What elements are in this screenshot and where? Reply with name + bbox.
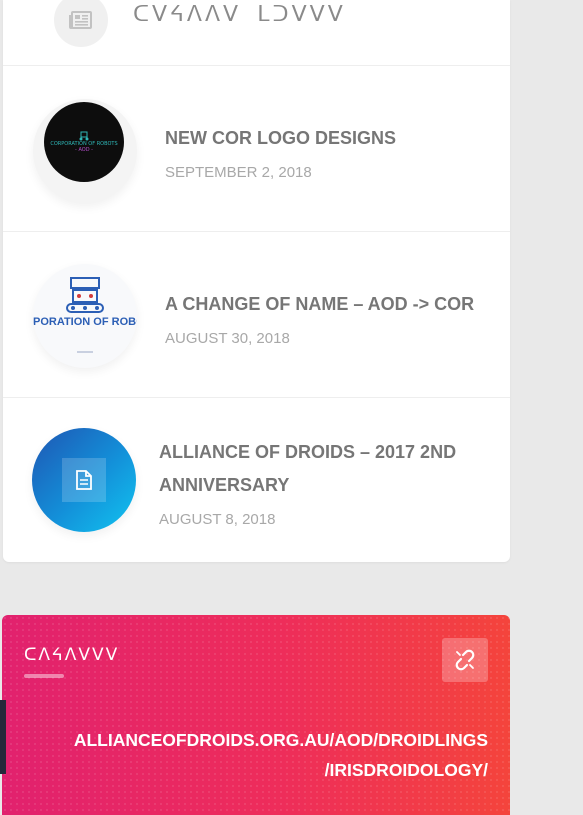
title-underline [24,674,64,678]
link-url-line: /IRISDROIDOLOGY/ [324,760,488,780]
post-title-line: ANNIVERSARY [159,475,290,495]
post-thumbnail[interactable]: PORATION OF ROBOT [33,264,137,368]
post-date: AUGUST 30, 2018 [165,330,290,347]
post-item[interactable]: CORPORATION OF ROBOTS - AOD - NEW COR LO… [3,66,510,232]
robot-emblem-icon [79,131,89,141]
post-thumbnail[interactable]: CORPORATION OF ROBOTS - AOD - [33,99,137,203]
post-item[interactable]: ALLIANCE OF DROIDS – 2017 2ND ANNIVERSAR… [3,398,510,562]
recent-posts-widget: ᑕᐯᔦᐱᐱᐯ ᒪᑐᐯᐯᐯ CORPORATION OF ROBOTS - AOD… [3,0,510,562]
post-date: AUGUST 8, 2018 [159,511,276,528]
post-title-line: ALLIANCE OF DROIDS – 2017 2ND [159,442,457,462]
link-url[interactable]: ALLIANCEOFDROIDS.ORG.AU/AOD/DROIDLINGS /… [48,725,488,785]
newspaper-icon [54,0,108,47]
post-date: SEPTEMBER 2, 2018 [165,164,312,181]
page-edge-strip [0,700,6,774]
logo-sub: - AOD - [75,147,93,153]
document-icon [62,458,106,502]
post-title[interactable]: ALLIANCE OF DROIDS – 2017 2ND ANNIVERSAR… [159,436,456,502]
link-widget: ᑕᐱᔦᐱᐯᐯᐯ ALLIANCEOFDROIDS.ORG.AU/AOD/DROI… [2,615,510,815]
link-icon[interactable] [442,638,488,682]
logo-text: PORATION OF ROBOT [33,316,137,328]
cor-logo-image: CORPORATION OF ROBOTS - AOD - [44,102,124,182]
post-title[interactable]: NEW COR LOGO DESIGNS [165,122,396,155]
link-widget-title: ᑕᐱᔦᐱᐯᐯᐯ [24,645,120,665]
widget-title: ᑕᐯᔦᐱᐱᐯ ᒪᑐᐯᐯᐯ [133,2,346,27]
post-title[interactable]: A CHANGE OF NAME – AOD -> COR [165,288,474,321]
post-thumbnail[interactable] [32,428,136,532]
link-url-line: ALLIANCEOFDROIDS.ORG.AU/AOD/DROIDLINGS [73,730,488,750]
widget-header: ᑕᐯᔦᐱᐱᐯ ᒪᑐᐯᐯᐯ [3,0,510,66]
post-item[interactable]: PORATION OF ROBOT A CHANGE OF NAME – AOD… [3,232,510,398]
